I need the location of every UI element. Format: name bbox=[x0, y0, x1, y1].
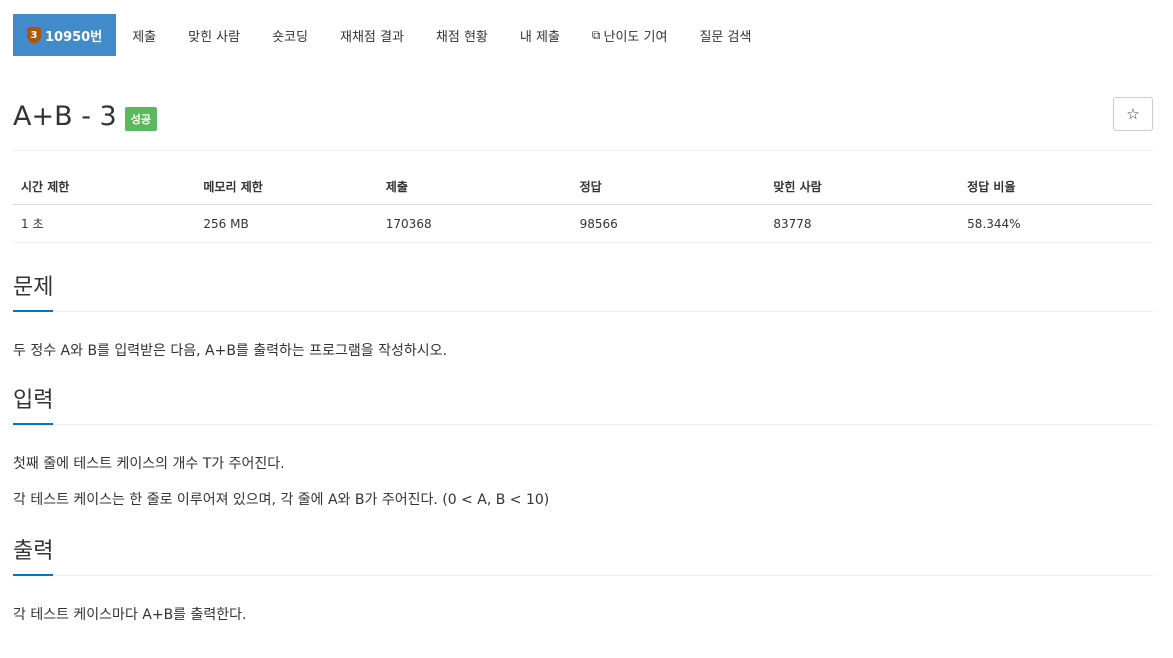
info-header-row: 시간 제한 메모리 제한 제출 정답 맞힌 사람 정답 비율 bbox=[13, 170, 1153, 205]
header-accept-ratio: 정답 비율 bbox=[959, 170, 1153, 205]
output-section: 출력 각 테스트 케이스마다 A+B를 출력한다. bbox=[13, 533, 1153, 626]
description-section: 문제 두 정수 A와 B를 입력받은 다음, A+B를 출력하는 프로그램을 작… bbox=[13, 269, 1153, 362]
header-submissions: 제출 bbox=[377, 170, 572, 205]
star-button[interactable]: ☆ bbox=[1113, 97, 1153, 131]
value-memory-limit: 256 MB bbox=[195, 204, 378, 243]
output-heading: 출력 bbox=[13, 539, 54, 564]
description-text: 두 정수 A와 B를 입력받은 다음, A+B를 출력하는 프로그램을 작성하시… bbox=[13, 343, 447, 359]
nav-question-search[interactable]: 질문 검색 bbox=[683, 14, 767, 56]
problem-page: 3 10950번 제출 맞힌 사람 숏코딩 재채점 결과 채점 현황 내 제출 … bbox=[0, 14, 1173, 626]
section-accent bbox=[13, 423, 53, 425]
nav-problem-label: 10950번 bbox=[45, 29, 103, 45]
title-row: A+B - 3 성공 ☆ bbox=[13, 96, 1153, 136]
section-accent bbox=[13, 574, 53, 576]
problem-title: A+B - 3 bbox=[13, 100, 117, 132]
header-accepted: 정답 bbox=[571, 170, 766, 205]
nav-my-submissions[interactable]: 내 제출 bbox=[504, 14, 576, 56]
input-line-1: 첫째 줄에 테스트 케이스의 개수 T가 주어진다. bbox=[13, 456, 285, 472]
section-divider bbox=[13, 565, 1153, 576]
output-text: 각 테스트 케이스마다 A+B를 출력한다. bbox=[13, 607, 247, 623]
nav-short-coding[interactable]: 숏코딩 bbox=[256, 14, 324, 56]
input-heading: 입력 bbox=[13, 388, 54, 413]
value-accepted: 98566 bbox=[571, 204, 766, 243]
external-link-icon: ⧉ bbox=[591, 27, 601, 42]
info-value-row: 1 초 256 MB 170368 98566 83778 58.344% bbox=[13, 204, 1153, 243]
header-solved-users: 맞힌 사람 bbox=[765, 170, 960, 205]
description-heading: 문제 bbox=[13, 275, 54, 300]
section-divider bbox=[13, 414, 1153, 425]
title-divider bbox=[13, 150, 1153, 151]
header-memory-limit: 메모리 제한 bbox=[195, 170, 378, 205]
input-section: 입력 첫째 줄에 테스트 케이스의 개수 T가 주어진다. 각 테스트 케이스는… bbox=[13, 382, 1153, 511]
value-solved-users: 83778 bbox=[765, 204, 960, 243]
section-divider bbox=[13, 301, 1153, 312]
star-icon: ☆ bbox=[1126, 105, 1140, 123]
nav-rejudge-results[interactable]: 재채점 결과 bbox=[324, 14, 420, 56]
header-time-limit: 시간 제한 bbox=[13, 170, 196, 205]
nav-solved-users[interactable]: 맞힌 사람 bbox=[172, 14, 256, 56]
nav-difficulty-contribution[interactable]: ⧉ 난이도 기여 bbox=[576, 14, 684, 56]
value-accept-ratio: 58.344% bbox=[959, 204, 1153, 243]
success-badge: 성공 bbox=[124, 107, 157, 131]
nav-problem-number[interactable]: 3 10950번 bbox=[13, 14, 117, 56]
problem-info-table: 시간 제한 메모리 제한 제출 정답 맞힌 사람 정답 비율 1 초 256 M… bbox=[13, 170, 1153, 243]
section-accent bbox=[13, 310, 53, 312]
nav-submit[interactable]: 제출 bbox=[116, 14, 172, 56]
value-time-limit: 1 초 bbox=[13, 204, 196, 243]
nav-difficulty-label: 난이도 기여 bbox=[603, 29, 668, 45]
input-line-2: 각 테스트 케이스는 한 줄로 이루어져 있으며, 각 줄에 A와 B가 주어진… bbox=[13, 492, 550, 508]
nav-status[interactable]: 채점 현황 bbox=[420, 14, 504, 56]
value-submissions: 170368 bbox=[377, 204, 572, 243]
problem-nav: 3 10950번 제출 맞힌 사람 숏코딩 재채점 결과 채점 현황 내 제출 … bbox=[13, 14, 1153, 56]
tier-badge-icon: 3 bbox=[27, 27, 41, 43]
